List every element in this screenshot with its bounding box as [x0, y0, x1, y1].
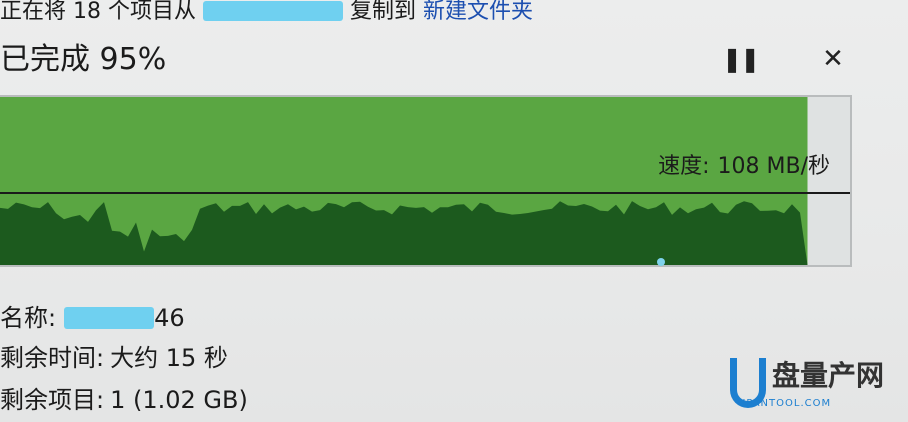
redacted-source [202, 1, 343, 21]
speed-label: 速度: [658, 154, 710, 179]
items-value: 1 (1.02 GB) [110, 386, 248, 414]
items-label: 剩余项目: [0, 386, 105, 414]
speed-graph-svg [0, 97, 850, 265]
percent-complete: 已完成 95% [0, 42, 167, 77]
watermark-url: UPANTOOL.COM [738, 398, 832, 409]
time-value: 大约 15 秒 [110, 344, 228, 372]
graph-marker-dot [657, 258, 665, 266]
transfer-speed-graph: 速度: 108 MB/秒 [0, 95, 852, 267]
name-value: 46 [154, 304, 185, 332]
speed-readout: 速度: 108 MB/秒 [658, 155, 830, 179]
time-label: 剩余时间: [0, 344, 105, 372]
watermark-brand: 盘量产网 [772, 359, 885, 392]
redacted-name [64, 307, 155, 329]
name-label: 名称: [0, 304, 57, 332]
items-remaining-row: 剩余项目: 1 (1.02 GB) [0, 385, 248, 415]
close-button[interactable]: ✕ [818, 44, 848, 74]
close-icon: ✕ [822, 44, 844, 74]
site-watermark: 盘量产网 UPANTOOL.COM [730, 358, 900, 416]
copy-progress-dialog: 正在将 18 个项目从 复制到 新建文件夹 已完成 95% ❚❚ ✕ 速度: 10… [0, 0, 908, 422]
pause-icon: ❚❚ [722, 45, 760, 73]
copy-summary: 正在将 18 个项目从 复制到 新建文件夹 [0, 0, 533, 26]
speed-value: 108 MB/秒 [717, 154, 830, 179]
copy-prefix: 正在将 18 个项目从 [0, 0, 196, 24]
pause-button[interactable]: ❚❚ [722, 44, 760, 74]
file-name-row: 名称: 46 [0, 303, 185, 333]
copy-middle: 复制到 [349, 0, 416, 24]
destination-link[interactable]: 新建文件夹 [423, 0, 533, 24]
time-remaining-row: 剩余时间: 大约 15 秒 [0, 343, 228, 373]
